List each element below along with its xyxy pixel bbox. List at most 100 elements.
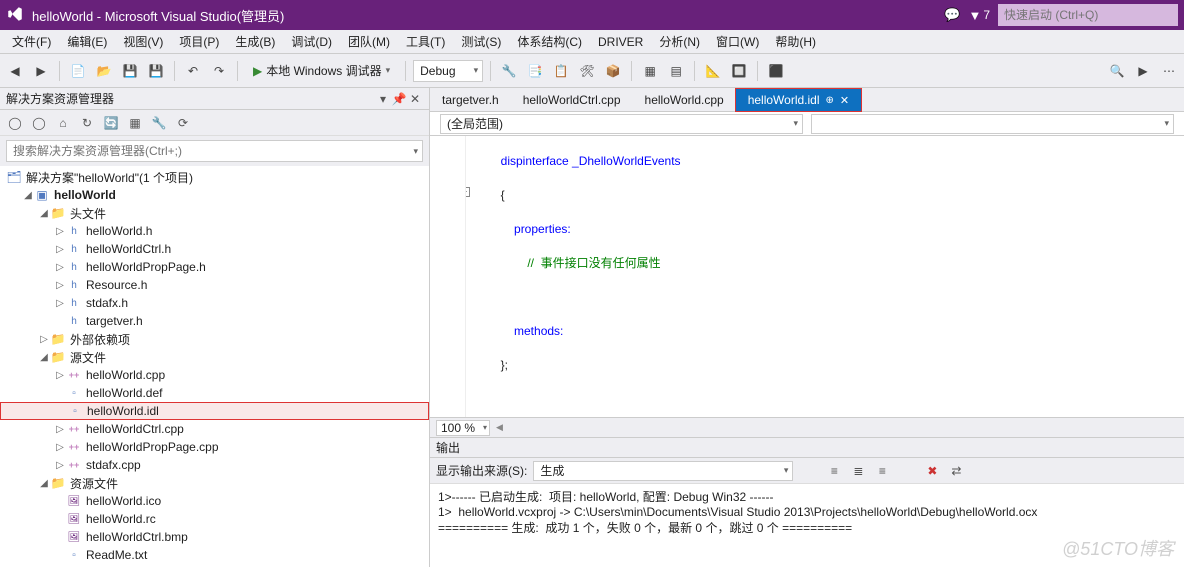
file-item[interactable]: 🖼helloWorldCtrl.bmp xyxy=(0,528,429,546)
menu-edit[interactable]: 编辑(E) xyxy=(59,30,115,54)
tb-icon-4[interactable]: 🛠 xyxy=(576,60,598,82)
nav-back-icon[interactable]: ◀ xyxy=(4,60,26,82)
menu-driver[interactable]: DRIVER xyxy=(590,30,651,54)
open-file-icon[interactable]: 📂 xyxy=(93,60,115,82)
expander-icon[interactable]: ▷ xyxy=(54,460,66,471)
expander-icon[interactable]: ◢ xyxy=(22,190,34,201)
expander-icon[interactable]: ▷ xyxy=(54,262,66,273)
expander-icon[interactable]: ▷ xyxy=(54,226,66,237)
pin-icon[interactable]: 📌 xyxy=(391,92,407,106)
file-item[interactable]: ▷hstdafx.h xyxy=(0,294,429,312)
close-tab-icon[interactable]: ✕ xyxy=(840,94,849,107)
se-home-icon[interactable]: ⌂ xyxy=(54,114,72,132)
project-node[interactable]: ◢▣helloWorld xyxy=(0,186,429,204)
tb-icon-9[interactable]: 🔲 xyxy=(728,60,750,82)
file-item[interactable]: htargetver.h xyxy=(0,312,429,330)
new-project-icon[interactable]: 📄 xyxy=(67,60,89,82)
config-combo[interactable]: Debug xyxy=(413,60,483,82)
folder-resources[interactable]: ◢📁资源文件 xyxy=(0,474,429,492)
output-source-combo[interactable]: 生成 xyxy=(533,461,793,481)
se-fwd-icon[interactable]: ◯ xyxy=(30,114,48,132)
expander-icon[interactable]: ◢ xyxy=(38,478,50,489)
output-toggle-icon[interactable]: ⇄ xyxy=(947,464,965,478)
undo-icon[interactable]: ↶ xyxy=(182,60,204,82)
find-icon[interactable]: 🔍 xyxy=(1106,60,1128,82)
file-item[interactable]: ▫ReadMe.txt xyxy=(0,546,429,564)
expander-icon[interactable]: ◢ xyxy=(38,208,50,219)
tb-icon-8[interactable]: 📐 xyxy=(702,60,724,82)
redo-icon[interactable]: ↷ xyxy=(208,60,230,82)
folder-external[interactable]: ▷📁外部依赖项 xyxy=(0,330,429,348)
expander-icon[interactable]: ◢ xyxy=(38,352,50,363)
expander-icon[interactable]: ▷ xyxy=(38,334,50,345)
menu-window[interactable]: 窗口(W) xyxy=(708,30,767,54)
output-body[interactable]: 1>------ 已启动生成: 项目: helloWorld, 配置: Debu… xyxy=(430,484,1184,567)
file-item[interactable]: ▷++helloWorld.cpp xyxy=(0,366,429,384)
se-sync-icon[interactable]: 🔄 xyxy=(102,114,120,132)
feedback-icon[interactable]: 💬 xyxy=(944,7,960,23)
tb-icon-2[interactable]: 📑 xyxy=(524,60,546,82)
tb-icon-10[interactable]: ⬛ xyxy=(765,60,787,82)
solution-search-input[interactable] xyxy=(13,144,416,158)
quick-launch-input[interactable] xyxy=(998,4,1178,26)
pin-icon[interactable]: ⊕ xyxy=(826,95,834,106)
tab-helloworldctrl-cpp[interactable]: helloWorldCtrl.cpp xyxy=(511,89,633,111)
output-icon-1[interactable]: ≡ xyxy=(825,464,843,478)
tab-targetver[interactable]: targetver.h xyxy=(430,89,511,111)
file-item-selected[interactable]: ▫helloWorld.idl xyxy=(0,402,429,420)
expander-icon[interactable]: ▷ xyxy=(54,280,66,291)
output-icon-3[interactable]: ≡ xyxy=(873,464,891,478)
expander-icon[interactable]: ▷ xyxy=(54,424,66,435)
file-item[interactable]: ▷++stdafx.cpp xyxy=(0,456,429,474)
tb-icon-5[interactable]: 📦 xyxy=(602,60,624,82)
file-item[interactable]: ▷hResource.h xyxy=(0,276,429,294)
code-editor[interactable]: dispinterface _DhelloWorldEvents − { pro… xyxy=(430,136,1184,417)
fold-icon[interactable]: − xyxy=(466,187,470,197)
expander-icon[interactable]: ▷ xyxy=(54,244,66,255)
file-item[interactable]: 🖼helloWorld.ico xyxy=(0,492,429,510)
menu-file[interactable]: 文件(F) xyxy=(4,30,59,54)
expander-icon[interactable]: ▷ xyxy=(54,442,66,453)
menu-architecture[interactable]: 体系结构(C) xyxy=(509,30,590,54)
se-refresh-icon[interactable]: ↻ xyxy=(78,114,96,132)
menu-project[interactable]: 项目(P) xyxy=(171,30,227,54)
notifications-icon[interactable]: ▼7 xyxy=(968,8,990,23)
menu-test[interactable]: 测试(S) xyxy=(453,30,509,54)
tb-icon-3[interactable]: 📋 xyxy=(550,60,572,82)
menu-team[interactable]: 团队(M) xyxy=(340,30,398,54)
tb-icon-6[interactable]: ▦ xyxy=(639,60,661,82)
menu-debug[interactable]: 调试(D) xyxy=(283,30,340,54)
se-back-icon[interactable]: ◯ xyxy=(6,114,24,132)
file-item[interactable]: ▷hhelloWorldCtrl.h xyxy=(0,240,429,258)
tb-play-icon[interactable]: ▶ xyxy=(1132,60,1154,82)
menu-analyze[interactable]: 分析(N) xyxy=(651,30,708,54)
close-icon[interactable]: ✕ xyxy=(407,92,423,106)
file-item[interactable]: ▷++helloWorldPropPage.cpp xyxy=(0,438,429,456)
save-icon[interactable]: 💾 xyxy=(119,60,141,82)
menu-tools[interactable]: 工具(T) xyxy=(398,30,453,54)
save-all-icon[interactable]: 💾 xyxy=(145,60,167,82)
output-icon-2[interactable]: ≣ xyxy=(849,464,867,478)
dropdown-icon[interactable]: ▾ xyxy=(375,92,391,106)
tab-helloworld-cpp[interactable]: helloWorld.cpp xyxy=(633,89,736,111)
member-combo[interactable] xyxy=(811,114,1174,134)
solution-node[interactable]: 🗂解决方案"helloWorld"(1 个项目) xyxy=(0,168,429,186)
scope-combo[interactable]: (全局范围) xyxy=(440,114,803,134)
expander-icon[interactable]: ▷ xyxy=(54,370,66,381)
solution-search[interactable] xyxy=(6,140,423,162)
zoom-combo[interactable]: 100 % xyxy=(436,420,490,436)
nav-fwd-icon[interactable]: ▶ xyxy=(30,60,52,82)
menu-build[interactable]: 生成(B) xyxy=(227,30,283,54)
tb-more-icon[interactable]: ⋯ xyxy=(1158,60,1180,82)
tb-icon-1[interactable]: 🔧 xyxy=(498,60,520,82)
file-item[interactable]: ▷hhelloWorld.h xyxy=(0,222,429,240)
folder-headers[interactable]: ◢📁头文件 xyxy=(0,204,429,222)
folder-sources[interactable]: ◢📁源文件 xyxy=(0,348,429,366)
tb-icon-7[interactable]: ▤ xyxy=(665,60,687,82)
output-clear-icon[interactable]: ✖ xyxy=(923,464,941,478)
file-item[interactable]: ▷hhelloWorldPropPage.h xyxy=(0,258,429,276)
se-showall-icon[interactable]: ▦ xyxy=(126,114,144,132)
se-properties-icon[interactable]: 🔧 xyxy=(150,114,168,132)
file-item[interactable]: 🖼helloWorld.rc xyxy=(0,510,429,528)
expander-icon[interactable]: ▷ xyxy=(54,298,66,309)
